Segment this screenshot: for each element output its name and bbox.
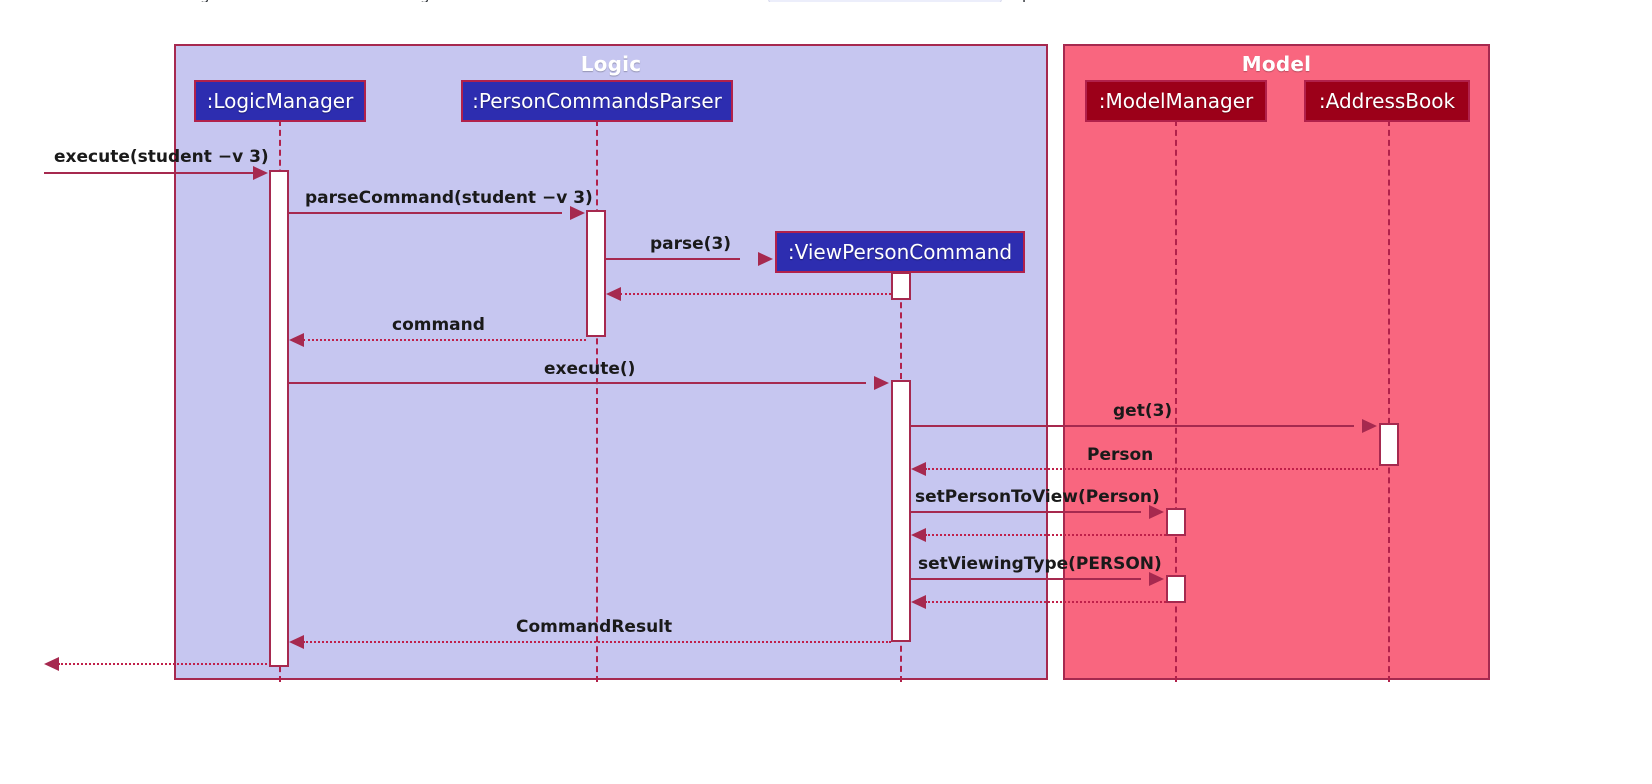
activation-modelmanager-setviewingtype [1166,575,1186,603]
message-line-person [925,468,1378,470]
participant-personcommandsparser[interactable]: :PersonCommandsParser [461,80,733,122]
participant-label-personcommandsparser: :PersonCommandsParser [472,89,722,113]
participant-label-modelmanager: :ModelManager [1098,89,1254,113]
activation-addressbook-get [1379,423,1399,466]
message-label-commandresult: CommandResult [516,617,673,637]
clipped-text-fragment-1: g [200,0,210,2]
message-arrowhead-execute [874,376,889,390]
message-arrowhead-execute-entry [253,166,268,180]
clipped-code-pill [768,0,1002,2]
group-title-model: Model [1241,52,1312,76]
message-arrowhead-setviewingtype [1149,572,1164,586]
group-title-logic: Logic [580,52,642,76]
message-label-setviewingtype: setViewingType(PERSON) [918,554,1162,574]
message-line-command [303,339,586,341]
message-label-execute: execute() [544,359,636,379]
message-label-command: command [392,315,485,335]
participant-label-logicmanager: :LogicManager [206,89,354,113]
message-arrowhead-viewpersoncommand-return [606,287,621,301]
message-arrowhead-get [1362,419,1377,433]
activation-modelmanager-setpersontoview [1166,508,1186,536]
participant-label-addressbook: :AddressBook [1318,89,1456,113]
clipped-text-fragment-2: g [420,0,430,2]
message-line-final-return [58,663,271,665]
message-line-setviewingtype-return [925,601,1166,603]
participant-viewpersoncommand[interactable]: :ViewPersonCommand [775,231,1025,273]
message-line-execute [289,382,866,384]
page-text-above-diagram: g g p [0,0,1652,2]
message-line-commandresult [303,641,891,643]
message-line-get [911,425,1354,427]
message-arrowhead-person [911,462,926,476]
message-label-get: get(3) [1113,401,1173,421]
message-line-setpersontoview [911,511,1141,513]
message-arrowhead-final-return [44,657,59,671]
message-arrowhead-parse [758,252,773,266]
message-arrowhead-setpersontoview-return [911,528,926,542]
message-arrowhead-command [289,333,304,347]
message-arrowhead-setviewingtype-return [911,595,926,609]
message-line-parsecommand [289,212,562,214]
message-line-setpersontoview-return [925,534,1166,536]
group-frame-model: Model [1063,44,1490,680]
message-line-parse [606,258,740,260]
participant-logicmanager[interactable]: :LogicManager [194,80,366,122]
message-label-parse: parse(3) [650,234,732,254]
participant-addressbook[interactable]: :AddressBook [1304,80,1470,122]
message-arrowhead-parsecommand [570,206,585,220]
participant-modelmanager[interactable]: :ModelManager [1085,80,1267,122]
message-line-setviewingtype [911,578,1141,580]
activation-viewpersoncommand-create [891,272,911,300]
message-line-viewpersoncommand-return [620,293,891,295]
message-label-setpersontoview: setPersonToView(Person) [915,487,1160,507]
activation-personcommandsparser [586,210,606,337]
sequence-diagram-canvas: g g p Logic Model :LogicManager :PersonC… [0,0,1652,784]
message-arrowhead-setpersontoview [1149,505,1164,519]
message-arrowhead-commandresult [289,635,304,649]
participant-label-viewpersoncommand: :ViewPersonCommand [787,240,1013,264]
message-label-execute-entry: execute(student −v 3) [54,147,269,167]
message-label-parsecommand: parseCommand(student −v 3) [305,188,593,208]
activation-logicmanager [269,170,289,667]
lifeline-personcommandsparser [596,120,598,682]
lifeline-addressbook [1388,120,1390,682]
message-line-execute-entry [44,172,254,174]
clipped-text-fragment-3: p [1022,0,1032,2]
message-label-person: Person [1087,445,1154,465]
activation-viewpersoncommand-execute [891,380,911,642]
